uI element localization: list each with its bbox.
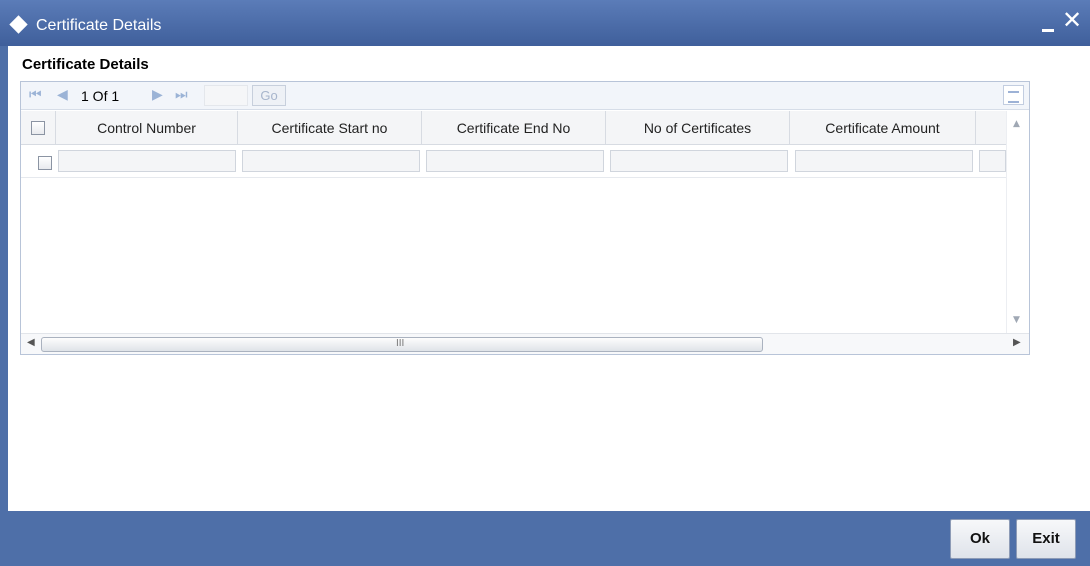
vertical-scrollbar[interactable]: ▲ ▼ [1006, 111, 1029, 333]
row-select-checkbox[interactable] [38, 156, 52, 170]
exit-button[interactable]: Exit [1016, 519, 1076, 559]
table-row [21, 146, 1006, 178]
scroll-right-icon[interactable]: ▶ [1013, 337, 1021, 348]
column-certificate-amount[interactable]: Certificate Amount [790, 111, 976, 145]
grid-header: Control Number Certificate Start no Cert… [21, 111, 1006, 145]
certificate-grid: ⏮ ◀ 1 Of 1 ▶ ⏭ Go Control Number Certifi… [20, 81, 1030, 355]
next-page-icon[interactable]: ▶ [152, 87, 163, 103]
section-title: Certificate Details [22, 56, 149, 73]
go-button[interactable]: Go [252, 85, 286, 106]
horizontal-scrollbar[interactable]: ◀ III ▶ [21, 333, 1029, 354]
horizontal-scroll-thumb[interactable]: III [41, 337, 763, 352]
select-all-header [21, 111, 56, 145]
column-extra [976, 111, 1006, 145]
scroll-down-icon[interactable]: ▼ [1013, 315, 1020, 325]
certificate-amount-field[interactable] [795, 150, 973, 172]
column-control-number[interactable]: Control Number [56, 111, 238, 145]
page-info: 1 Of 1 [81, 88, 120, 104]
column-certificate-end-no[interactable]: Certificate End No [422, 111, 606, 145]
view-options-icon[interactable] [1003, 85, 1024, 105]
page-number-input[interactable] [204, 85, 248, 106]
title-bar: Certificate Details ✕ [0, 0, 1090, 46]
prev-page-icon[interactable]: ◀ [57, 87, 68, 103]
footer-bar: Ok Exit [0, 511, 1090, 566]
extra-field[interactable] [979, 150, 1006, 172]
select-all-checkbox[interactable] [31, 121, 45, 135]
last-page-icon[interactable]: ⏭ [175, 87, 188, 103]
scroll-up-icon[interactable]: ▲ [1013, 119, 1020, 129]
diamond-icon [9, 15, 28, 34]
column-certificate-start-no[interactable]: Certificate Start no [238, 111, 422, 145]
first-page-icon[interactable]: ⏮ [29, 87, 42, 103]
column-no-of-certificates[interactable]: No of Certificates [606, 111, 790, 145]
control-number-field[interactable] [58, 150, 236, 172]
close-icon[interactable]: ✕ [1062, 8, 1082, 32]
certificate-end-no-field[interactable] [426, 150, 604, 172]
scroll-grip: III [396, 338, 405, 349]
minimize-button[interactable] [1042, 29, 1054, 32]
grid-toolbar: ⏮ ◀ 1 Of 1 ▶ ⏭ Go [21, 82, 1029, 110]
certificate-details-window: Certificate Details ✕ Certificate Detail… [0, 0, 1090, 566]
ok-button[interactable]: Ok [950, 519, 1010, 559]
scroll-left-icon[interactable]: ◀ [27, 337, 35, 348]
no-of-certificates-field[interactable] [610, 150, 788, 172]
certificate-start-no-field[interactable] [242, 150, 420, 172]
window-title: Certificate Details [36, 17, 162, 34]
